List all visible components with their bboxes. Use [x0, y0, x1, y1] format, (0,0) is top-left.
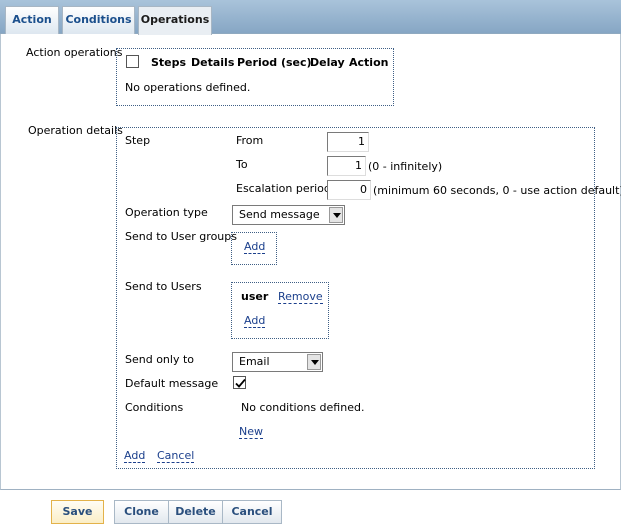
operation-type-value: Send message	[239, 208, 320, 221]
delete-button[interactable]: Delete	[168, 500, 223, 524]
step-to-label: To	[236, 158, 248, 171]
action-operations-table: Steps Details Period (sec) Delay Action …	[116, 48, 394, 106]
escalation-period-label: Escalation period	[236, 182, 331, 195]
cancel-button[interactable]: Cancel	[222, 500, 282, 524]
add-user-link[interactable]: Add	[244, 314, 266, 328]
column-steps: Steps	[151, 56, 187, 69]
escalation-period-input[interactable]: 0	[327, 180, 371, 200]
chevron-down-icon	[307, 354, 321, 370]
column-action: Action	[349, 56, 389, 69]
tab-operations[interactable]: Operations	[138, 6, 212, 35]
escalation-period-hint: (minimum 60 seconds, 0 - use action defa…	[373, 184, 621, 197]
user-name: user	[241, 290, 269, 303]
operation-details-box	[116, 127, 595, 469]
operation-type-select[interactable]: Send message	[232, 205, 345, 225]
column-details: Details	[191, 56, 235, 69]
tab-action[interactable]: Action	[5, 6, 59, 34]
column-delay: Delay	[310, 56, 345, 69]
cancel-operation-link[interactable]: Cancel	[157, 449, 195, 463]
step-to-input[interactable]: 1	[327, 156, 366, 176]
step-label: Step	[125, 134, 151, 147]
send-to-user-groups-label: Send to User groups	[125, 230, 237, 243]
remove-user-link[interactable]: Remove	[278, 290, 323, 304]
select-all-checkbox[interactable]	[126, 55, 139, 68]
send-only-to-value: Email	[239, 355, 270, 368]
tab-bar: Action Conditions Operations	[0, 0, 621, 35]
operations-panel: Action operations Steps Details Period (…	[0, 34, 621, 490]
send-only-to-label: Send only to	[125, 353, 195, 366]
default-message-label: Default message	[125, 377, 219, 390]
save-button[interactable]: Save	[51, 500, 104, 524]
column-period: Period (sec)	[237, 56, 312, 69]
chevron-down-icon	[329, 207, 343, 223]
tab-conditions[interactable]: Conditions	[62, 6, 135, 34]
step-from-input[interactable]: 1	[327, 132, 369, 152]
clone-button[interactable]: Clone	[114, 500, 169, 524]
new-condition-link[interactable]: New	[239, 425, 263, 439]
add-user-group-link[interactable]: Add	[244, 240, 266, 254]
action-operations-label: Action operations	[26, 46, 123, 59]
default-message-checkbox[interactable]	[233, 376, 246, 389]
checkmark-icon	[235, 378, 246, 388]
step-from-label: From	[236, 134, 264, 147]
no-conditions-text: No conditions defined.	[241, 401, 365, 414]
conditions-label: Conditions	[125, 401, 184, 414]
send-only-to-select[interactable]: Email	[232, 352, 323, 372]
add-operation-link[interactable]: Add	[124, 449, 146, 463]
no-operations-text: No operations defined.	[125, 81, 251, 94]
operation-details-label: Operation details	[28, 124, 123, 137]
operation-type-label: Operation type	[125, 206, 208, 219]
send-to-users-label: Send to Users	[125, 280, 202, 293]
step-to-hint: (0 - infinitely)	[368, 160, 443, 173]
